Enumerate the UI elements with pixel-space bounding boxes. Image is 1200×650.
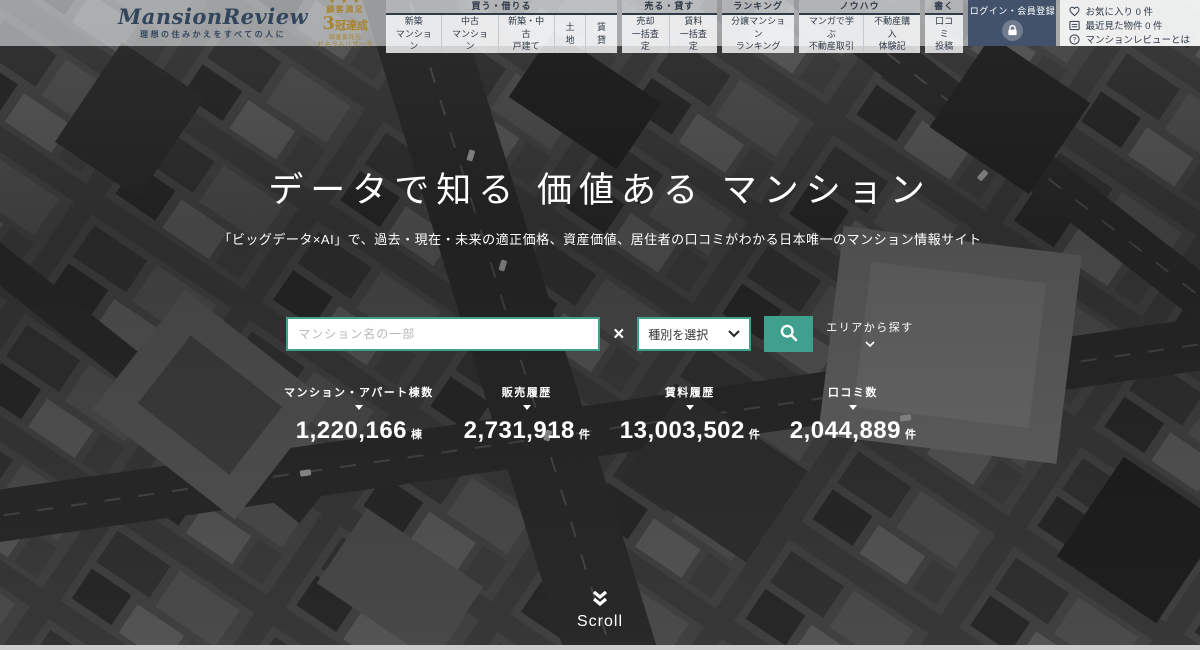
triangle-down-icon — [686, 405, 694, 410]
nav-group-label: ノウハウ — [799, 0, 920, 13]
stat-label: 賃料履歴 — [665, 384, 715, 400]
award-badge: ★ ★ ★ 顧客満足 3冠達成 調査委託先 ゼネラルリサーチ — [311, 0, 379, 48]
nav-group-write: 書く 口コミ 投稿 — [925, 0, 964, 46]
stat-review-count: 口コミ数 2,044,889件 — [790, 384, 916, 445]
nav-item-new-used-house[interactable]: 新築・中古 戸建て — [498, 15, 554, 53]
nav-group-label: ランキング — [722, 0, 794, 13]
badge-line1: 顧客満足 — [311, 6, 379, 14]
logo-text: MansionReview — [118, 6, 308, 27]
nav-item-manga-real-estate[interactable]: マンガで学ぶ 不動産取引 — [799, 15, 863, 53]
nav-item-sale-bulk-assessment[interactable]: 売却 一括査定 — [622, 15, 669, 53]
nav-group-label: 書く — [925, 0, 964, 13]
recently-viewed-label: 最近見た物件 0 件 — [1085, 18, 1162, 32]
nav-item-purchase-experience[interactable]: 不動産購入 体験記 — [863, 15, 920, 53]
search-icon — [779, 323, 799, 346]
triangle-down-icon — [355, 405, 363, 410]
type-select-value: 種別を選択 — [648, 326, 708, 343]
hero-section: MansionReview 理想の住みかえをすべての人に ★ ★ ★ 顧客満足 … — [0, 0, 1200, 650]
hero-title: データで知る 価値ある マンション — [0, 162, 1200, 213]
site-header: MansionReview 理想の住みかえをすべての人に ★ ★ ★ 顧客満足 … — [0, 0, 1200, 46]
question-icon: ? — [1068, 33, 1080, 45]
chevron-down-icon — [865, 338, 875, 350]
stat-unit: 件 — [579, 426, 590, 442]
area-search-label: エリアから探す — [826, 319, 914, 335]
svg-text:?: ? — [1073, 36, 1077, 43]
stats-row: マンション・アパート棟数 1,220,166棟 販売履歴 2,731,918件 … — [284, 384, 916, 445]
badge-line2-text: 冠達成 — [335, 20, 368, 32]
mansion-name-input[interactable] — [286, 317, 600, 351]
area-search-link[interactable]: エリアから探す — [826, 319, 914, 350]
heart-icon — [1068, 5, 1080, 17]
badge-line2: 3冠達成 — [311, 15, 379, 33]
type-select[interactable]: 種別を選択 — [637, 317, 751, 351]
search-bar: × 種別を選択 エリアから探す — [0, 316, 1200, 352]
stat-value: 2,044,889 — [790, 417, 901, 445]
stat-label: マンション・アパート棟数 — [284, 384, 434, 400]
stat-value: 2,731,918 — [464, 417, 575, 445]
stat-building-count: マンション・アパート棟数 1,220,166棟 — [284, 384, 434, 445]
nav-item-land[interactable]: 土地 — [554, 15, 586, 53]
nav-group-label: 売る・貸す — [622, 0, 717, 13]
nav-group-sell-lease: 売る・貸す 売却 一括査定 賃料 一括査定 — [622, 0, 717, 46]
badge-number: 3 — [322, 13, 335, 34]
scroll-label: Scroll — [577, 613, 623, 631]
stat-rent-history: 賃料履歴 13,003,502件 — [620, 384, 760, 445]
search-separator: × — [613, 325, 624, 344]
main-nav: 買う・借りる 新築 マンション 中古 マンション 新築・中古 戸建て 土地 賃貸… — [386, 0, 963, 46]
stat-sales-history: 販売履歴 2,731,918件 — [464, 384, 590, 445]
next-section-edge — [0, 645, 1200, 650]
stat-value: 13,003,502 — [620, 417, 745, 445]
logo-tagline: 理想の住みかえをすべての人に — [118, 29, 308, 40]
nav-item-rental[interactable]: 賃貸 — [585, 15, 617, 53]
stat-value: 1,220,166 — [296, 417, 407, 445]
about-label: マンションレビューとは — [1085, 32, 1190, 46]
history-icon — [1068, 19, 1080, 31]
login-register-button[interactable]: ログイン・会員登録 — [968, 0, 1056, 46]
lock-icon — [1002, 20, 1023, 41]
stat-unit: 件 — [749, 426, 760, 442]
nav-group-knowhow: ノウハウ マンガで学ぶ 不動産取引 不動産購入 体験記 — [799, 0, 920, 46]
nav-group-ranking: ランキング 分譲マンション ランキング — [722, 0, 794, 46]
nav-group-buy-rent: 買う・借りる 新築 マンション 中古 マンション 新築・中古 戸建て 土地 賃貸 — [386, 0, 617, 46]
site-logo[interactable]: MansionReview 理想の住みかえをすべての人に — [118, 6, 308, 40]
favorites-link[interactable]: お気に入り 0 件 — [1068, 4, 1190, 18]
about-link[interactable]: ? マンションレビューとは — [1068, 32, 1190, 46]
triangle-down-icon — [849, 405, 857, 410]
chevron-down-icon — [728, 327, 740, 341]
nav-item-new-mansion[interactable]: 新築 マンション — [386, 15, 441, 53]
favorites-label: お気に入り 0 件 — [1085, 4, 1153, 18]
stat-label: 口コミ数 — [828, 384, 878, 400]
double-chevron-down-icon — [591, 590, 609, 611]
nav-group-label: 買う・借りる — [386, 0, 617, 13]
triangle-down-icon — [523, 405, 531, 410]
nav-item-mansion-ranking[interactable]: 分譲マンション ランキング — [722, 15, 794, 53]
stat-unit: 件 — [905, 426, 916, 442]
nav-item-review-post[interactable]: 口コミ 投稿 — [925, 15, 964, 53]
stat-unit: 棟 — [411, 426, 422, 442]
utility-panel: お気に入り 0 件 最近見た物件 0 件 ? マンションレビューとは — [1060, 0, 1200, 46]
recently-viewed-link[interactable]: 最近見た物件 0 件 — [1068, 18, 1190, 32]
search-button[interactable] — [764, 316, 813, 352]
nav-item-used-mansion[interactable]: 中古 マンション — [441, 15, 497, 53]
badge-sub2: ゼネラルリサーチ — [311, 42, 379, 49]
login-button-label: ログイン・会員登録 — [970, 4, 1056, 17]
hero-subtitle: 「ビッグデータ×AI」で、過去・現在・未来の適正価格、資産価値、居住者の口コミが… — [0, 229, 1200, 248]
badge-sub1: 調査委託先 — [311, 35, 379, 41]
scroll-indicator[interactable]: Scroll — [577, 590, 623, 631]
nav-item-rent-bulk-assessment[interactable]: 賃料 一括査定 — [669, 15, 717, 53]
stat-label: 販売履歴 — [502, 384, 552, 400]
